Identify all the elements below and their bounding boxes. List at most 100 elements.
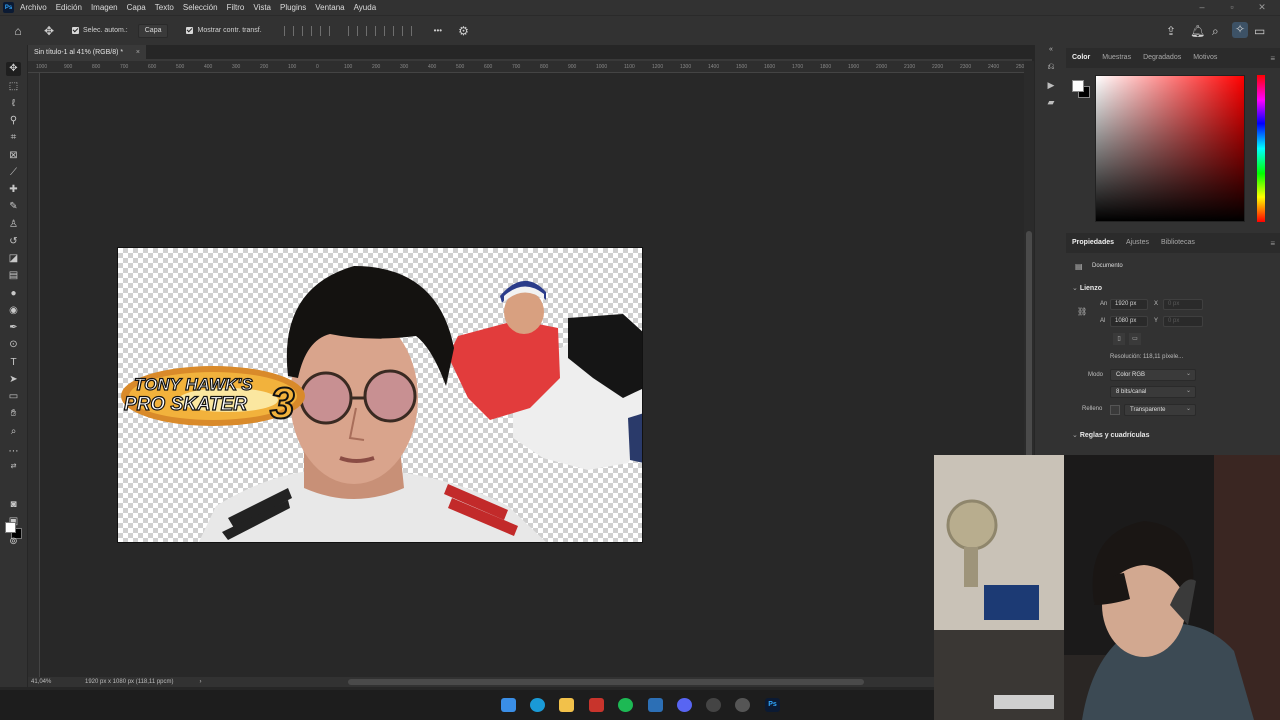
history-brush-icon[interactable]: ↺ — [6, 235, 21, 249]
document-canvas[interactable]: TONY HAWK'S PRO SKATER 3 — [117, 247, 643, 543]
magic-wand-icon[interactable]: ⚲ — [6, 114, 21, 128]
dodge-tool-icon[interactable]: ◉ — [6, 304, 21, 318]
brush-tool-icon[interactable]: ✎ — [6, 200, 21, 214]
x-field[interactable]: 0 px — [1163, 299, 1203, 310]
swap-colors-icon[interactable]: ⇄ — [6, 460, 21, 474]
tab-muestras[interactable]: Muestras — [1100, 48, 1141, 68]
menu-plugins[interactable]: Plugins — [280, 3, 306, 12]
landscape-icon[interactable]: ▭ — [1129, 333, 1141, 345]
fg-bg-swatches[interactable] — [1072, 80, 1092, 100]
hue-slider[interactable] — [1257, 75, 1265, 222]
maximize-icon[interactable]: ▫ — [1222, 0, 1242, 15]
stamp-tool-icon[interactable]: ♙ — [6, 218, 21, 232]
tab-ajustes[interactable]: Ajustes — [1124, 233, 1159, 253]
blur-tool-icon[interactable]: ● — [6, 287, 21, 301]
quick-mask-icon[interactable]: ◙ — [6, 498, 21, 512]
menu-ventana[interactable]: Ventana — [315, 3, 344, 12]
auto-select-dropdown[interactable]: Capa — [137, 23, 169, 38]
discord-icon[interactable] — [677, 698, 692, 712]
align-top-icon[interactable] — [347, 25, 358, 36]
align-left-icon[interactable] — [283, 25, 294, 36]
frame-tool-icon[interactable]: ⊠ — [6, 149, 21, 163]
bell-icon[interactable]: 🔔︎ — [1190, 24, 1205, 38]
eraser-icon[interactable]: ◪ — [6, 252, 21, 266]
panel-menu-icon[interactable]: ≡ — [1270, 54, 1275, 63]
document-tab[interactable]: Sin título-1 al 41% (RGB/8) * × — [28, 45, 146, 59]
workspace-icon[interactable]: ▭ — [1254, 24, 1265, 38]
more-options-button[interactable]: ••• — [434, 26, 442, 35]
minimize-icon[interactable]: – — [1192, 0, 1212, 15]
history-panel-icon[interactable]: ⎌ — [1046, 61, 1056, 71]
menu-capa[interactable]: Capa — [127, 3, 146, 12]
share-icon[interactable]: ⇪ — [1166, 24, 1176, 38]
hand-tool-icon[interactable]: ✋︎ — [6, 407, 21, 421]
tab-degradados[interactable]: Degradados — [1141, 48, 1191, 68]
rulers-section-title[interactable]: Reglas y cuadrículas — [1072, 431, 1150, 439]
search-icon[interactable]: ⌕ — [1212, 24, 1219, 39]
menu-vista[interactable]: Vista — [253, 3, 271, 12]
portrait-icon[interactable]: ▯ — [1113, 333, 1125, 345]
distribute-icon[interactable] — [401, 25, 412, 36]
tab-color[interactable]: Color — [1070, 48, 1100, 68]
align-middle-icon[interactable] — [365, 25, 376, 36]
auto-select-checkbox[interactable]: Selec. autom.: — [72, 27, 128, 34]
rectangle-tool-icon[interactable]: ▭ — [6, 390, 21, 404]
pen-tool-alt-icon[interactable]: ⊙ — [6, 338, 21, 352]
voicemeeter-icon[interactable] — [589, 698, 604, 712]
eyedropper-icon[interactable]: ⟋ — [6, 166, 21, 180]
home-icon[interactable]: ⌂ — [0, 24, 36, 38]
comments-panel-icon[interactable]: ▰ — [1046, 97, 1056, 107]
close-window-icon[interactable]: ✕ — [1252, 0, 1272, 15]
lasso-tool-icon[interactable]: ℓ — [6, 97, 21, 111]
edit-toolbar-icon[interactable]: ⋯ — [6, 445, 21, 459]
menu-filtro[interactable]: Filtro — [227, 3, 245, 12]
depth-select[interactable]: 8 bits/canal — [1110, 386, 1196, 398]
menu-edicion[interactable]: Edición — [56, 3, 82, 12]
media-player-icon[interactable] — [735, 698, 750, 712]
windows-start-icon[interactable] — [501, 698, 516, 712]
show-transform-checkbox[interactable]: Mostrar contr. transf. — [186, 27, 262, 34]
fill-select[interactable]: Transparente — [1124, 404, 1196, 416]
gradient-tool-icon[interactable]: ▤ — [6, 269, 21, 283]
marquee-tool-icon[interactable]: ⬚ — [6, 80, 21, 94]
panel-menu-icon[interactable]: ≡ — [1270, 239, 1275, 248]
crop-tool-icon[interactable]: ⌗ — [6, 131, 21, 145]
align-right-icon[interactable] — [319, 25, 330, 36]
canvas-section-title[interactable]: Lienzo — [1072, 284, 1102, 292]
height-field[interactable]: 1080 px — [1110, 316, 1148, 327]
healing-brush-icon[interactable]: ✚ — [6, 183, 21, 197]
mode-select[interactable]: Color RGB — [1110, 369, 1196, 381]
photoshop-taskbar-icon[interactable]: Ps — [765, 698, 780, 712]
menu-archivo[interactable]: Archivo — [20, 3, 47, 12]
align-bottom-icon[interactable] — [383, 25, 394, 36]
spotify-icon[interactable] — [618, 698, 633, 712]
close-document-icon[interactable]: × — [136, 49, 140, 56]
app-window-icon[interactable] — [648, 698, 663, 712]
zoom-tool-icon[interactable]: ⌕ — [6, 425, 21, 439]
move-tool-icon[interactable]: ✥ — [6, 62, 21, 76]
actions-panel-icon[interactable]: ▶ — [1046, 80, 1056, 90]
menu-texto[interactable]: Texto — [155, 3, 174, 12]
menu-seleccion[interactable]: Selección — [183, 3, 218, 12]
tab-propiedades[interactable]: Propiedades — [1070, 233, 1124, 253]
discover-icon[interactable]: ✧ — [1232, 22, 1248, 38]
width-field[interactable]: 1920 px — [1110, 299, 1148, 310]
pen-tool-icon[interactable]: ✒ — [6, 321, 21, 335]
generative-icon[interactable]: ⊚ — [6, 535, 21, 549]
zoom-level[interactable]: 41,04% — [31, 679, 85, 685]
align-center-icon[interactable] — [301, 25, 312, 36]
horizontal-scroll-thumb[interactable] — [348, 679, 864, 685]
path-select-icon[interactable]: ➤ — [6, 373, 21, 387]
edge-browser-icon[interactable] — [530, 698, 545, 712]
collapse-icon[interactable]: « — [1046, 45, 1056, 55]
fill-swatch[interactable] — [1110, 405, 1120, 415]
gear-icon[interactable]: ⚙ — [458, 24, 469, 38]
menu-ayuda[interactable]: Ayuda — [354, 3, 377, 12]
color-picker-field[interactable] — [1095, 75, 1245, 222]
move-tool-icon[interactable]: ✥ — [36, 24, 62, 38]
y-field[interactable]: 0 px — [1163, 316, 1203, 327]
obs-icon[interactable] — [706, 698, 721, 712]
tab-motivos[interactable]: Motivos — [1191, 48, 1227, 68]
menu-imagen[interactable]: Imagen — [91, 3, 118, 12]
link-icon[interactable]: ⛓ — [1077, 307, 1087, 316]
